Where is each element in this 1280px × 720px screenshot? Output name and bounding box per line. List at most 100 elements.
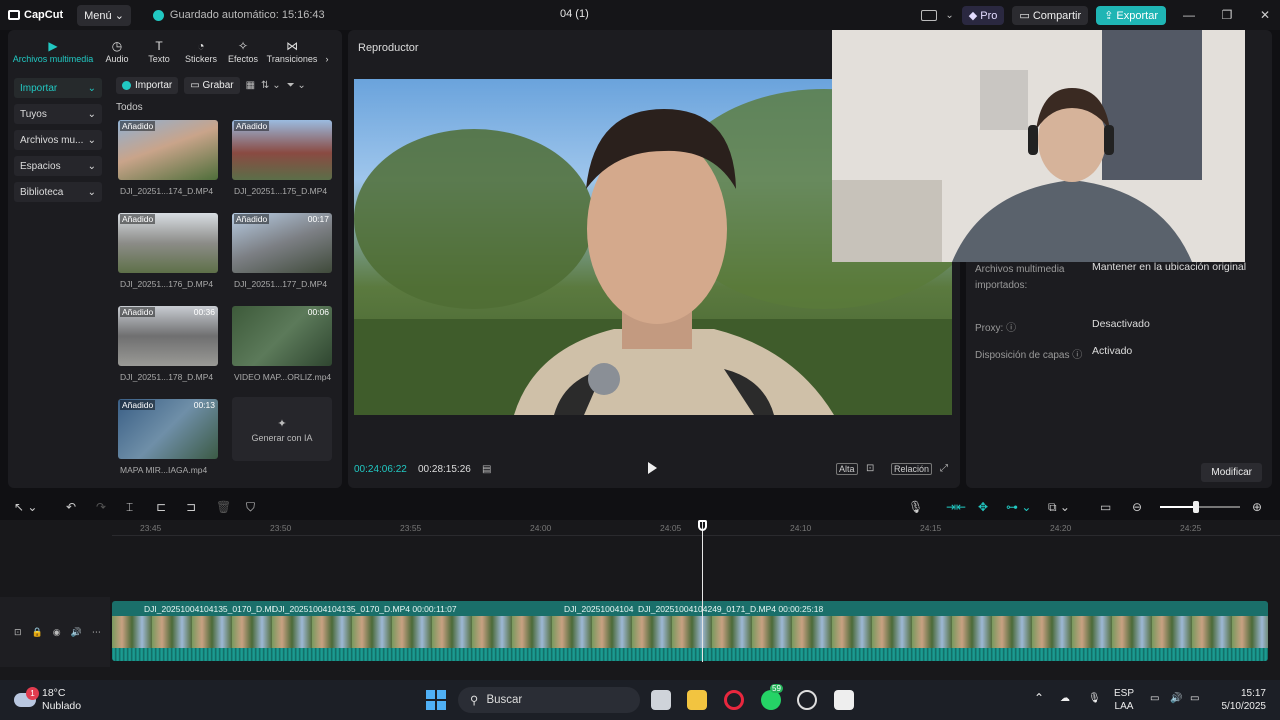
zoom-slider-handle[interactable]: [1193, 501, 1199, 513]
volume-tray-icon[interactable]: 🔊: [1170, 692, 1182, 705]
share-button[interactable]: ▭ Compartir: [1012, 5, 1089, 25]
microphone-icon[interactable]: 🎙: [908, 500, 923, 514]
side-item-label: Biblioteca: [20, 186, 64, 198]
file-explorer-icon[interactable]: [687, 690, 707, 710]
redo-icon[interactable]: ↷: [96, 500, 106, 514]
preview-axis-icon[interactable]: ⧉ ⌄: [1048, 500, 1070, 515]
weather-widget[interactable]: 1 18°C Nublado: [14, 687, 81, 713]
timeline[interactable]: 23:45 23:50 23:55 24:00 24:05 24:10 24:1…: [0, 520, 1280, 680]
tab-stickers-label: Stickers: [184, 54, 217, 64]
onedrive-icon[interactable]: ☁: [1060, 692, 1070, 705]
trim-right-icon[interactable]: ⊐: [186, 500, 196, 514]
screenshot-icon[interactable]: ⊡: [866, 463, 874, 474]
chatgpt-icon[interactable]: [797, 690, 817, 710]
side-item-media-files[interactable]: Archivos mu... ⌄: [14, 130, 102, 150]
time-ruler[interactable]: 23:45 23:50 23:55 24:00 24:05 24:10 24:1…: [112, 520, 1280, 536]
project-title[interactable]: 04 (1): [560, 8, 589, 20]
clip-label: DJI_20251004104135_0170_D.MI: [144, 604, 274, 614]
media-item[interactable]: Añadido: [232, 120, 332, 180]
pro-button[interactable]: ◆ Pro: [961, 5, 1005, 25]
import-button[interactable]: Importar: [116, 76, 179, 94]
undo-icon[interactable]: ↶: [66, 500, 76, 514]
media-item[interactable]: Añadido 00:17: [232, 213, 332, 273]
tab-transitions[interactable]: ⋈ Transiciones: [264, 40, 320, 68]
opera-icon[interactable]: [724, 690, 744, 710]
volume-icon[interactable]: 🔊: [71, 627, 82, 638]
caption-icon[interactable]: ▭: [1100, 500, 1111, 514]
media-item[interactable]: Añadido: [118, 213, 218, 273]
export-button[interactable]: ⇪ Exportar: [1096, 5, 1166, 25]
grid-view-icon[interactable]: ▦: [246, 80, 255, 91]
side-nav: Importar ⌄ Tuyos ⌄ Archivos mu... ⌄ Espacio…: [14, 78, 102, 208]
side-item-library[interactable]: Biblioteca ⌄: [14, 182, 102, 202]
zoom-in-icon[interactable]: ⊕: [1252, 500, 1262, 514]
capcut-taskbar-icon[interactable]: [834, 690, 854, 710]
shield-icon[interactable]: ⛉: [246, 500, 255, 515]
cloud-icon: 1: [14, 687, 39, 707]
current-time: 00:24:06:22: [354, 464, 407, 475]
clip-thumbnails: [112, 616, 1268, 648]
zoom-slider-fill: [1160, 506, 1196, 508]
record-button[interactable]: ▭ Grabar: [184, 76, 240, 94]
magnet-icon[interactable]: ✥: [978, 500, 988, 514]
playhead-handle[interactable]: [698, 520, 707, 531]
media-item[interactable]: Añadido 00:13: [118, 399, 218, 459]
chevron-up-icon[interactable]: ⌃: [1034, 692, 1044, 705]
battery-icon[interactable]: ▭: [1190, 692, 1199, 705]
network-icon[interactable]: ▭: [1150, 692, 1159, 705]
fullscreen-icon[interactable]: ⤢: [940, 463, 948, 474]
taskbar-search[interactable]: ⚲ Buscar: [458, 687, 640, 713]
select-tool-icon[interactable]: ↖ ⌄: [14, 500, 37, 514]
tab-media[interactable]: ▶ Archivos multimedia: [10, 40, 96, 68]
quality-button[interactable]: Alta: [836, 463, 858, 475]
media-item[interactable]: Añadido: [118, 120, 218, 180]
video-track[interactable]: DJI_20251004104135_0170_D.MI DJI_2025100…: [112, 601, 1268, 661]
duration-label: 00:36: [193, 307, 215, 317]
tab-text[interactable]: T Texto: [138, 40, 180, 68]
layout-icon[interactable]: [921, 9, 938, 21]
tab-stickers[interactable]: ◔ Stickers: [180, 40, 222, 68]
ruler-tick: 24:15: [920, 523, 942, 533]
split-icon[interactable]: ⌶: [126, 500, 133, 515]
ratio-button[interactable]: Relación: [891, 463, 933, 475]
media-item[interactable]: Añadido 00:36: [118, 306, 218, 366]
windows-start-icon[interactable]: [426, 690, 446, 710]
track-cover-icon[interactable]: ⊡: [14, 627, 22, 638]
side-item-spaces[interactable]: Espacios ⌄: [14, 156, 102, 176]
task-view-icon[interactable]: [651, 690, 671, 710]
trim-left-icon[interactable]: ⊏: [156, 500, 166, 514]
play-icon[interactable]: [648, 462, 657, 474]
eye-icon[interactable]: ◉: [53, 627, 61, 638]
playhead[interactable]: [702, 520, 703, 662]
tab-effects[interactable]: ✧ Efectos: [222, 40, 264, 68]
clip-label: DJI_20251004104135_0170_D.MP4 00:00:11:0…: [272, 604, 457, 614]
chevron-down-icon[interactable]: ⌄: [945, 10, 953, 21]
modify-button[interactable]: Modificar: [1201, 463, 1262, 482]
whatsapp-icon[interactable]: 59: [761, 684, 783, 710]
side-item-import[interactable]: Importar ⌄: [14, 78, 102, 98]
timecode-grid-icon[interactable]: ▤: [482, 464, 491, 475]
media-item[interactable]: 00:06: [232, 306, 332, 366]
sort-icon[interactable]: ⇅ ⌄: [261, 80, 281, 91]
media-item-name: DJI_20251...177_D.MP4: [234, 279, 328, 289]
close-icon[interactable]: ✕: [1250, 8, 1280, 22]
menu-button[interactable]: Menú ⌄: [77, 4, 131, 26]
snap-icon[interactable]: ⊶ ⌄: [1006, 500, 1031, 514]
minimize-icon[interactable]: —: [1174, 8, 1204, 22]
microphone-tray-icon[interactable]: 🎙: [1088, 692, 1101, 705]
zoom-out-icon[interactable]: ⊖: [1132, 500, 1142, 514]
restore-icon[interactable]: ❐: [1212, 8, 1242, 22]
tab-audio[interactable]: ◷ Audio: [96, 40, 138, 68]
side-item-yours[interactable]: Tuyos ⌄: [14, 104, 102, 124]
delete-icon[interactable]: 🗑: [216, 500, 231, 514]
language-indicator[interactable]: ESP LAA: [1114, 687, 1134, 713]
more-icon[interactable]: ⋯: [92, 627, 101, 638]
transitions-icon: ⋈: [286, 39, 298, 53]
lock-icon[interactable]: 🔒: [32, 627, 43, 638]
filter-icon[interactable]: ⏷ ⌄: [287, 80, 306, 91]
clock[interactable]: 15:17 5/10/2025: [1214, 687, 1267, 713]
zoom-slider[interactable]: [1160, 501, 1240, 513]
tabs-next-icon[interactable]: ›: [320, 54, 334, 68]
link-clips-icon[interactable]: ⇥⇤: [946, 500, 966, 514]
generate-ai-button[interactable]: ✦ Generar con IA: [232, 397, 332, 461]
